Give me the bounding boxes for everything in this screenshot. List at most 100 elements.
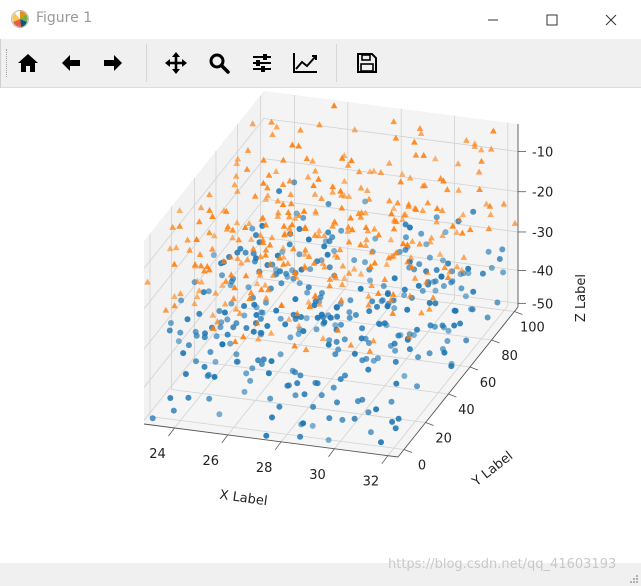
data-point-circle — [440, 283, 447, 289]
data-point-circle — [219, 341, 226, 348]
data-point-circle — [406, 346, 413, 353]
floppy-icon — [357, 53, 377, 73]
data-point-circle — [333, 304, 340, 311]
3d-scatter-plot[interactable]: 24 26 28 30 32 0 20 40 60 80100 -10 -20 -30 -40 -50 X L… — [0, 88, 641, 563]
data-point-circle — [267, 395, 274, 402]
data-point-circle — [285, 382, 292, 389]
minimize-button[interactable] — [470, 0, 516, 39]
subplots-button[interactable] — [246, 47, 278, 79]
data-point-circle — [444, 338, 451, 344]
data-point-circle — [298, 421, 305, 428]
data-point-circle — [404, 306, 411, 313]
figure-canvas[interactable]: 24 26 28 30 32 0 20 40 60 80 100 -10 -20 -30 -40 -50 X L… — [0, 88, 641, 563]
axes-button[interactable] — [289, 47, 321, 79]
data-point-circle — [241, 303, 248, 309]
zoom-button[interactable] — [203, 47, 235, 79]
watermark-text: https://blog.csdn.net/qq_41603193 — [388, 557, 617, 572]
size-grip-icon[interactable] — [629, 574, 639, 584]
data-point-circle — [439, 322, 446, 329]
data-point-circle — [224, 331, 231, 338]
data-point-circle — [324, 251, 331, 258]
save-button[interactable] — [351, 47, 383, 79]
data-point-circle — [296, 280, 303, 287]
back-button[interactable] — [55, 47, 87, 79]
data-point-circle — [351, 415, 358, 422]
matplotlib-logo-icon — [11, 10, 29, 28]
data-point-circle — [167, 320, 174, 326]
close-button[interactable] — [588, 0, 634, 39]
data-point-circle — [457, 320, 464, 327]
data-point-circle — [295, 331, 302, 337]
data-point-circle — [301, 391, 308, 398]
data-point-circle — [374, 355, 381, 362]
data-point-circle — [352, 312, 359, 318]
data-point-circle — [366, 308, 373, 315]
data-point-circle — [202, 330, 208, 337]
y-tick — [469, 366, 479, 371]
y-tick-label: 20 — [435, 432, 452, 447]
data-point-circle — [376, 321, 383, 328]
line-chart-icon — [293, 53, 317, 73]
data-point-circle — [249, 365, 256, 372]
data-point-circle — [237, 245, 244, 252]
data-point-circle — [228, 300, 235, 307]
pan-button[interactable] — [160, 47, 192, 79]
y-axis-label: Y Label — [469, 449, 516, 490]
data-point-circle — [463, 337, 470, 344]
data-point-circle — [277, 315, 284, 322]
data-point-circle — [401, 286, 408, 293]
forward-button[interactable] — [97, 47, 129, 79]
data-point-circle — [318, 392, 325, 399]
data-point-circle — [326, 415, 333, 422]
toolbar-grip[interactable] — [6, 49, 10, 77]
data-point-circle — [211, 373, 218, 380]
toolbar-separator — [336, 44, 337, 82]
data-point-circle — [346, 309, 353, 316]
data-point-circle — [325, 229, 332, 236]
x-tick-label: 24 — [149, 447, 166, 462]
arrow-left-icon — [62, 55, 80, 71]
data-point-circle — [167, 395, 174, 401]
data-point-circle — [278, 280, 285, 287]
y-tick-label: 40 — [458, 403, 475, 418]
z-tick-label: -50 — [532, 297, 553, 312]
data-point-circle — [269, 414, 275, 421]
data-point-circle — [438, 273, 445, 280]
x-tick — [328, 448, 335, 457]
data-point-circle — [452, 307, 459, 314]
data-point-circle — [255, 357, 262, 364]
data-point-circle — [445, 327, 452, 334]
x-tick — [168, 427, 175, 437]
x-tick — [381, 455, 389, 464]
data-point-circle — [485, 248, 492, 255]
maximize-icon — [546, 14, 558, 25]
data-point-circle — [245, 284, 252, 291]
data-point-circle — [365, 366, 372, 373]
data-point-circle — [264, 323, 271, 329]
maximize-button[interactable] — [529, 0, 575, 39]
data-point-circle — [338, 227, 345, 234]
data-point-circle — [373, 406, 380, 413]
z-axis-label: Z Label — [574, 274, 589, 322]
data-point-circle — [313, 326, 320, 333]
data-point-circle — [305, 284, 312, 291]
data-point-circle — [243, 325, 250, 331]
data-point-circle — [247, 377, 254, 384]
home-button[interactable] — [12, 47, 44, 79]
data-point-circle — [184, 316, 191, 323]
data-point-circle — [294, 380, 301, 387]
data-point-circle — [304, 289, 311, 296]
data-point-circle — [325, 341, 332, 348]
data-point-circle — [263, 299, 269, 306]
data-point-circle — [355, 398, 361, 405]
data-point-circle — [307, 266, 314, 273]
data-point-circle — [332, 351, 339, 358]
x-tick — [221, 434, 229, 444]
data-point-circle — [325, 201, 332, 207]
data-point-circle — [206, 395, 213, 402]
data-point-circle — [415, 354, 422, 361]
x-tick — [274, 441, 282, 451]
data-point-circle — [242, 249, 249, 256]
data-point-circle — [258, 331, 265, 338]
data-point-circle — [330, 384, 337, 391]
